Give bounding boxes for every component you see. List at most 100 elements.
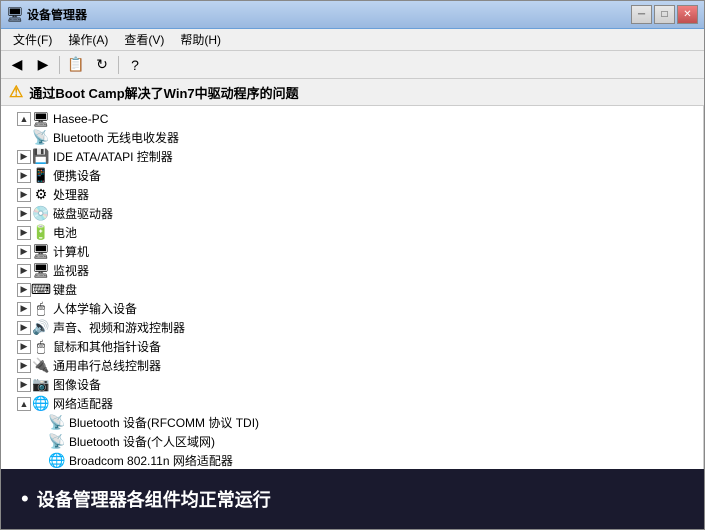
bt-rfcomm-icon: 📡 [49, 415, 65, 431]
title-icon: 🖥 [7, 7, 23, 23]
maximize-button[interactable]: □ [654, 5, 675, 24]
help-button[interactable]: ? [123, 54, 147, 76]
network-expand-icon[interactable]: ▲ [17, 397, 31, 411]
menu-help[interactable]: 帮助(H) [172, 29, 229, 50]
device-tree[interactable]: ▲ 🖥 Hasee-PC 📡 Bluetooth 无线电收发器 ▶ 💾 IDE … [1, 106, 704, 469]
window-title: 设备管理器 [27, 6, 631, 23]
disk-icon: 💿 [33, 206, 49, 222]
list-item[interactable]: ▶ 🖥 监视器 [1, 261, 703, 280]
network-icon: 🌐 [33, 396, 49, 412]
mouse-label: 鼠标和其他指针设备 [53, 338, 161, 355]
portable-expand-icon[interactable]: ▶ [17, 169, 31, 183]
menu-action[interactable]: 操作(A) [60, 29, 116, 50]
computer2-icon: 🖥 [33, 244, 49, 260]
menu-view[interactable]: 查看(V) [116, 29, 172, 50]
ide-expand-icon[interactable]: ▶ [17, 150, 31, 164]
close-button[interactable]: ✕ [677, 5, 698, 24]
bt-pan-icon: 📡 [49, 434, 65, 450]
cpu-label: 处理器 [53, 186, 89, 203]
ide-label: IDE ATA/ATAPI 控制器 [53, 148, 173, 165]
list-item[interactable]: 🌐 Broadcom 802.11n 网络适配器 [1, 451, 703, 469]
warning-icon: ⚠ [9, 82, 23, 102]
usb-icon: 🔌 [33, 358, 49, 374]
title-bar: 🖥 设备管理器 ─ □ ✕ [1, 1, 704, 29]
list-item[interactable]: ▶ 💿 磁盘驱动器 [1, 204, 703, 223]
list-item[interactable]: ▶ 🖥 计算机 [1, 242, 703, 261]
imaging-expand-icon[interactable]: ▶ [17, 378, 31, 392]
root-expand-icon[interactable]: ▲ [17, 112, 31, 126]
battery-icon: 🔋 [33, 225, 49, 241]
list-item[interactable]: 📡 Bluetooth 无线电收发器 [1, 128, 703, 147]
usb-label: 通用串行总线控制器 [53, 357, 161, 374]
monitor-label: 监视器 [53, 262, 89, 279]
list-item[interactable]: ▶ ⌨ 键盘 [1, 280, 703, 299]
keyboard-expand-icon[interactable]: ▶ [17, 283, 31, 297]
list-item[interactable]: ▶ 💾 IDE ATA/ATAPI 控制器 [1, 147, 703, 166]
list-item[interactable]: ▶ 🖱 鼠标和其他指针设备 [1, 337, 703, 356]
portable-icon: 📱 [33, 168, 49, 184]
root-label: Hasee-PC [53, 112, 108, 126]
list-item[interactable]: ▶ 🖱 人体学输入设备 [1, 299, 703, 318]
bullet-icon: • [21, 486, 29, 512]
minimize-button[interactable]: ─ [631, 5, 652, 24]
computer-icon: 🖥 [33, 111, 49, 127]
back-button[interactable]: ◀ [5, 54, 29, 76]
disk-expand-icon[interactable]: ▶ [17, 207, 31, 221]
list-item[interactable]: ▲ 🌐 网络适配器 [1, 394, 703, 413]
notification-bar: • 设备管理器各组件均正常运行 [1, 469, 704, 529]
toolbar: ◀ ▶ 📋 ↻ ? [1, 51, 704, 79]
cpu-icon: ⚙ [33, 187, 49, 203]
toolbar-separator-1 [59, 56, 60, 74]
banner-text: 通过Boot Camp解决了Win7中驱动程序的问题 [29, 83, 298, 102]
list-item[interactable]: ▶ 🔋 电池 [1, 223, 703, 242]
keyboard-icon: ⌨ [33, 282, 49, 298]
imaging-label: 图像设备 [53, 376, 101, 393]
mouse-expand-icon[interactable]: ▶ [17, 340, 31, 354]
imaging-icon: 📷 [33, 377, 49, 393]
computer-label: 计算机 [53, 243, 89, 260]
network-label: 网络适配器 [53, 395, 113, 412]
forward-button[interactable]: ▶ [31, 54, 55, 76]
menu-bar: 文件(F) 操作(A) 查看(V) 帮助(H) [1, 29, 704, 51]
window-controls: ─ □ ✕ [631, 5, 698, 24]
tree-root[interactable]: ▲ 🖥 Hasee-PC [1, 110, 703, 128]
list-item[interactable]: ▶ ⚙ 处理器 [1, 185, 703, 204]
battery-expand-icon[interactable]: ▶ [17, 226, 31, 240]
battery-label: 电池 [53, 224, 77, 241]
list-item[interactable]: ▶ 🔌 通用串行总线控制器 [1, 356, 703, 375]
list-item[interactable]: ▶ 📱 便携设备 [1, 166, 703, 185]
broadcom-icon: 🌐 [49, 453, 65, 469]
mouse-icon: 🖱 [33, 339, 49, 355]
audio-expand-icon[interactable]: ▶ [17, 321, 31, 335]
hid-icon: 🖱 [33, 301, 49, 317]
hid-expand-icon[interactable]: ▶ [17, 302, 31, 316]
disk-label: 磁盘驱动器 [53, 205, 113, 222]
menu-file[interactable]: 文件(F) [5, 29, 60, 50]
properties-button[interactable]: 📋 [64, 54, 88, 76]
portable-label: 便携设备 [53, 167, 101, 184]
broadcom-label: Broadcom 802.11n 网络适配器 [69, 452, 233, 469]
monitor-expand-icon[interactable]: ▶ [17, 264, 31, 278]
list-item[interactable]: 📡 Bluetooth 设备(个人区域网) [1, 432, 703, 451]
monitor-icon: 🖥 [33, 263, 49, 279]
usb-expand-icon[interactable]: ▶ [17, 359, 31, 373]
notification-text: 设备管理器各组件均正常运行 [37, 486, 271, 512]
list-item[interactable]: ▶ 📷 图像设备 [1, 375, 703, 394]
cpu-expand-icon[interactable]: ▶ [17, 188, 31, 202]
keyboard-label: 键盘 [53, 281, 77, 298]
hid-label: 人体学输入设备 [53, 300, 137, 317]
list-item[interactable]: 📡 Bluetooth 设备(RFCOMM 协议 TDI) [1, 413, 703, 432]
computer-expand-icon[interactable]: ▶ [17, 245, 31, 259]
main-content: ▲ 🖥 Hasee-PC 📡 Bluetooth 无线电收发器 ▶ 💾 IDE … [1, 106, 704, 469]
banner: ⚠ 通过Boot Camp解决了Win7中驱动程序的问题 [1, 79, 704, 106]
bluetooth-icon: 📡 [33, 130, 49, 146]
ide-icon: 💾 [33, 149, 49, 165]
update-button[interactable]: ↻ [90, 54, 114, 76]
bluetooth-radio-label: Bluetooth 无线电收发器 [53, 129, 179, 146]
bt-pan-label: Bluetooth 设备(个人区域网) [69, 433, 215, 450]
audio-icon: 🔊 [33, 320, 49, 336]
list-item[interactable]: ▶ 🔊 声音、视频和游戏控制器 [1, 318, 703, 337]
audio-label: 声音、视频和游戏控制器 [53, 319, 185, 336]
device-manager-window: 🖥 设备管理器 ─ □ ✕ 文件(F) 操作(A) 查看(V) 帮助(H) ◀ … [0, 0, 705, 530]
toolbar-separator-2 [118, 56, 119, 74]
